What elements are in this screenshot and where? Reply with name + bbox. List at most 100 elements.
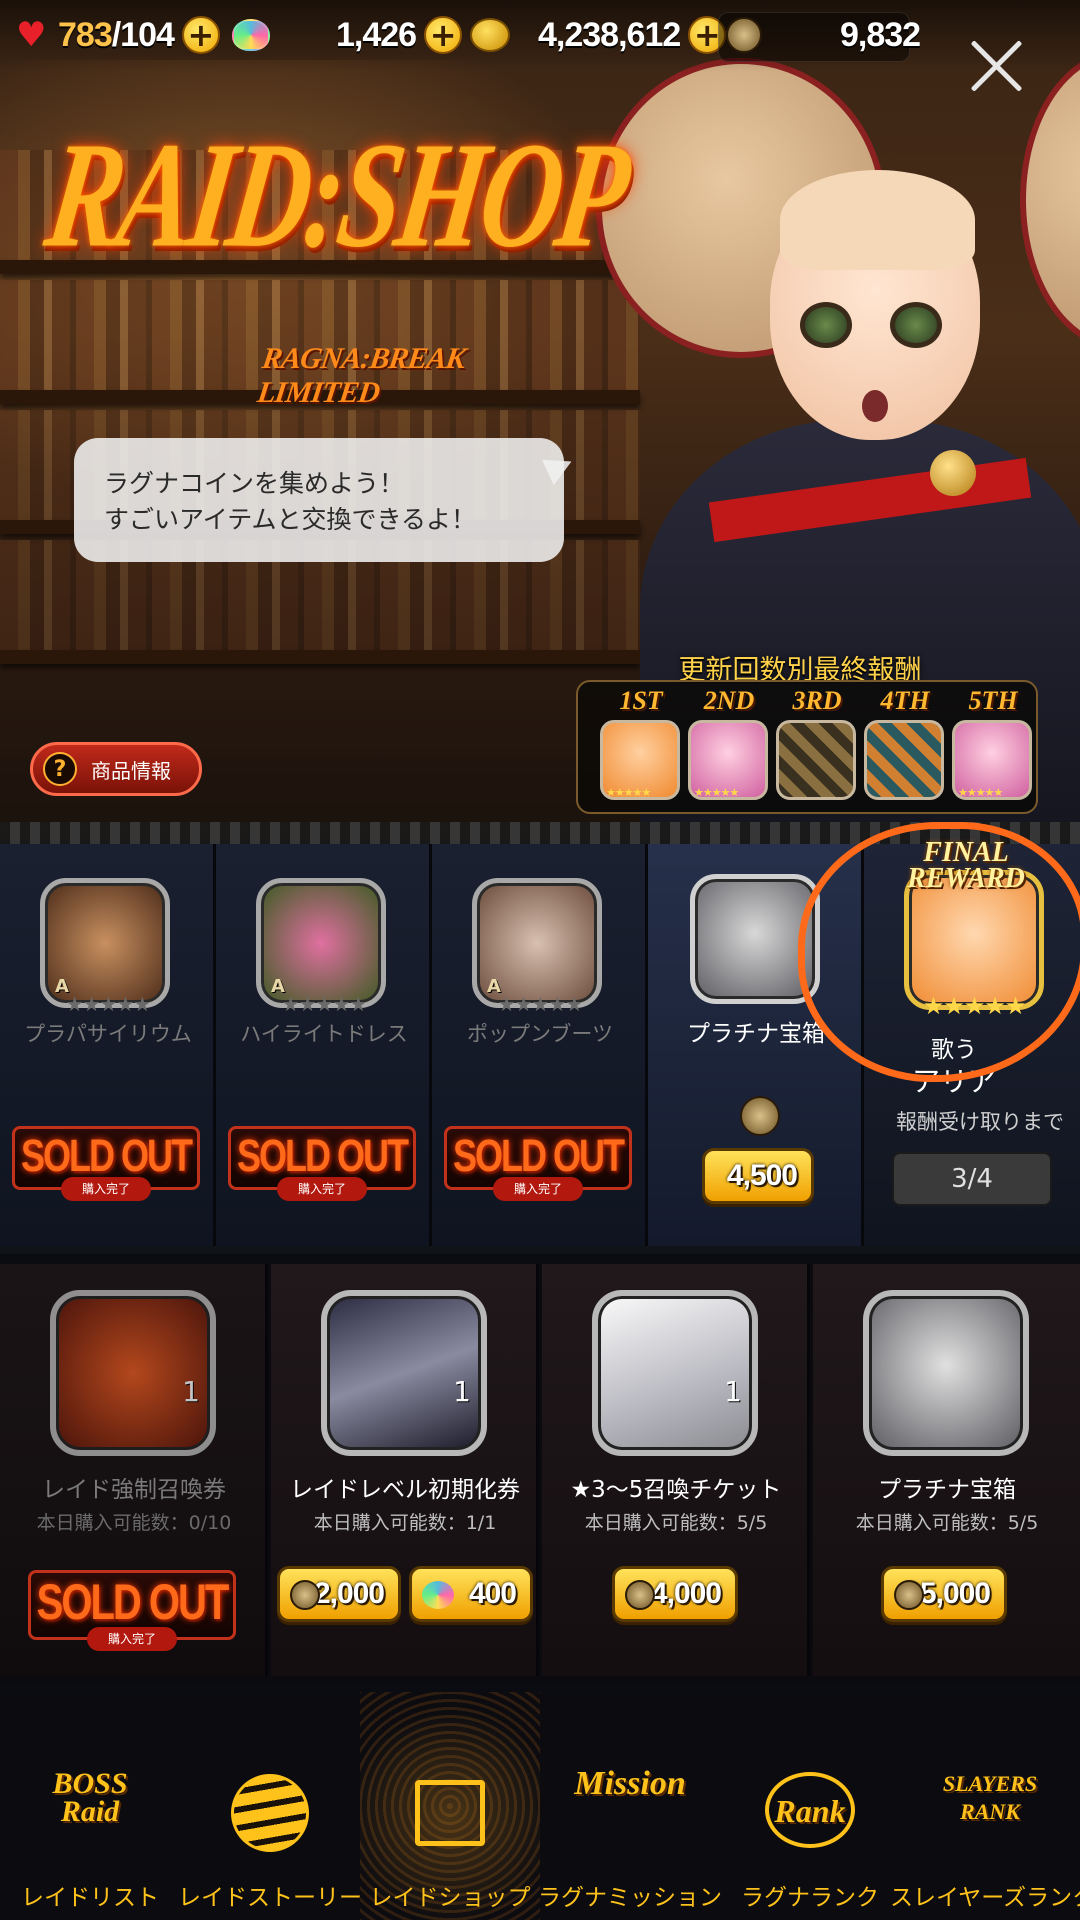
- price-value: 4,500: [726, 1159, 798, 1192]
- tab-label: レイドリスト: [21, 1885, 159, 1911]
- reward-5th[interactable]: 5TH ★★★★★: [952, 686, 1032, 804]
- mission-icon: Mission: [574, 1765, 686, 1802]
- item-name: レイドレベル初期化券: [290, 1477, 520, 1503]
- shop-hero-banner: ♥ 783 /104 + 1,426 + 4,238,612 + 9,832 R…: [0, 0, 1080, 840]
- summon-ticket-icon: 1: [50, 1290, 216, 1456]
- purchased-label: 購入完了: [493, 1177, 583, 1201]
- item-name: プラチナ宝箱: [878, 1477, 1016, 1503]
- gem-icon: [422, 1581, 454, 1609]
- price-value: 2,000: [313, 1577, 385, 1610]
- tab-label: スレイヤーズランク: [890, 1885, 1080, 1911]
- buy-button[interactable]: 4,000: [612, 1566, 738, 1622]
- character-mouth: [862, 390, 888, 422]
- bubble-line-1: ラグナコインを集めよう！: [104, 469, 405, 498]
- reward-2nd[interactable]: 2ND ★★★★★: [688, 686, 768, 804]
- reward-ordinal: 2ND: [703, 686, 755, 715]
- reward-ordinal: 1ST: [619, 686, 663, 715]
- logo-title: RAID:SHOP: [37, 111, 636, 280]
- sold-out-badge: SOLD OUT 購入完了: [228, 1126, 416, 1201]
- add-gems-button[interactable]: +: [424, 16, 463, 54]
- tab-slayers-rank[interactable]: SLAYERS RANK スレイヤーズランク: [890, 1692, 1080, 1920]
- reward-3rd[interactable]: 3RD: [776, 686, 856, 804]
- gem-value-group: 1,426 +: [336, 14, 463, 56]
- progress-label: 報酬受け取りまで: [896, 1110, 1064, 1134]
- reward-ordinal: 3RD: [792, 686, 842, 715]
- summon-card-icon: 1: [592, 1290, 758, 1456]
- tab-label: レイドストーリー: [178, 1885, 362, 1911]
- sold-out-label: SOLD OUT: [237, 1129, 409, 1181]
- sold-out-badge: SOLD OUT 購入完了: [444, 1126, 632, 1201]
- shop-item-card[interactable]: 1 ★3〜5召喚チケット 本日購入可能数：5/5 4,000: [542, 1264, 810, 1676]
- gift-icon: [415, 1780, 485, 1846]
- tab-ragna-rank[interactable]: Rank ラグナランク: [720, 1692, 900, 1920]
- shop-item-card[interactable]: A ★★★★★ ハイライトドレス SOLD OUT 購入完了: [216, 844, 432, 1246]
- bottom-navigation: BOSS Raid レイドリスト レイドストーリー レイドショップ Missio…: [0, 1692, 1080, 1920]
- speech-bubble: ラグナコインを集めよう！ すごいアイテムと交換できるよ！: [74, 438, 564, 562]
- item-stars: ★★★★★: [497, 992, 584, 1016]
- ragna-coin-group: 9,832: [726, 14, 921, 56]
- ragna-coin-icon: [740, 1096, 780, 1136]
- close-icon[interactable]: [966, 36, 1026, 96]
- purchased-label: 購入完了: [61, 1177, 151, 1201]
- headphone-right: [1020, 50, 1080, 350]
- gem-icon: [232, 19, 270, 51]
- tab-label: ラグナランク: [741, 1885, 879, 1911]
- daily-items-row: 1 レイド強制召喚券 本日購入可能数：0/10 SOLD OUT 購入完了 1 …: [0, 1264, 1080, 1684]
- item-quantity: 1: [724, 1375, 742, 1408]
- gold-value: 4,238,612: [538, 15, 681, 54]
- tab-label: ラグナミッション: [538, 1885, 722, 1911]
- character-hair: [780, 170, 975, 270]
- item-name: レイド強制召喚券: [42, 1477, 226, 1503]
- glasses-left: [800, 302, 852, 348]
- boss-raid-icon: BOSS Raid: [52, 1767, 128, 1828]
- tab-raid-shop[interactable]: レイドショップ: [360, 1692, 540, 1920]
- stamina-value: 783: [58, 15, 113, 54]
- item-quantity: 1: [453, 1375, 471, 1408]
- buy-with-coin-button[interactable]: 2,000: [277, 1566, 401, 1622]
- tab-ragna-mission[interactable]: Mission ラグナミッション: [538, 1692, 722, 1920]
- item-name: ハイライトドレス: [240, 1022, 408, 1046]
- item-name: プラパサイリウム: [24, 1022, 192, 1046]
- tab-raid-story[interactable]: レイドストーリー: [178, 1692, 362, 1920]
- sold-out-label: SOLD OUT: [36, 1575, 230, 1631]
- resource-bar: ♥ 783 /104 + 1,426 + 4,238,612 + 9,832: [0, 0, 1080, 72]
- platinum-chest-icon: [863, 1290, 1029, 1456]
- ragna-coin-icon: [894, 1580, 924, 1610]
- glasses-right: [890, 302, 942, 348]
- bell: [930, 450, 976, 496]
- item-icon: A: [40, 878, 170, 1008]
- item-stars: ★★★★★: [65, 992, 152, 1016]
- shop-item-card[interactable]: 1 レイド強制召喚券 本日購入可能数：0/10 SOLD OUT 購入完了: [0, 1264, 268, 1676]
- reward-stars: ★★★★★: [694, 786, 739, 799]
- purchased-label: 購入完了: [87, 1627, 177, 1651]
- shop-item-card[interactable]: A ★★★★★ ポップンブーツ SOLD OUT 購入完了: [432, 844, 648, 1246]
- tab-raid-list[interactable]: BOSS Raid レイドリスト: [0, 1692, 180, 1920]
- purchase-limit: 本日購入可能数：5/5: [855, 1512, 1039, 1534]
- level-reset-ticket-icon: 1: [321, 1290, 487, 1456]
- reward-1st[interactable]: 1ST ★★★★★: [600, 686, 680, 804]
- shop-item-card[interactable]: A ★★★★★ プラパサイリウム SOLD OUT 購入完了: [0, 844, 216, 1246]
- ragna-coin-icon: [726, 17, 762, 53]
- product-info-button[interactable]: ? 商品情報: [30, 742, 202, 796]
- ragna-coin-value: 9,832: [840, 15, 921, 54]
- gold-counter: 4,238,612 +: [470, 14, 727, 56]
- buy-button[interactable]: 4,500: [702, 1148, 814, 1204]
- item-quantity: 1: [182, 1375, 200, 1408]
- reward-strip: 1ST ★★★★★ 2ND ★★★★★ 3RD 4TH 5TH ★★★★★: [576, 680, 1038, 814]
- item-stars: ★★★★★: [281, 992, 368, 1016]
- stamina-counter: ♥ 783 /104 +: [16, 14, 220, 56]
- reward-4th[interactable]: 4TH: [864, 686, 944, 804]
- reward-stars: ★★★★★: [606, 786, 651, 799]
- buy-button[interactable]: 35,000: [881, 1566, 1007, 1622]
- item-icon: A: [256, 878, 386, 1008]
- ragna-coin-icon: [290, 1580, 320, 1610]
- story-sphere-icon: [231, 1774, 309, 1852]
- price-value: 4,000: [650, 1577, 722, 1610]
- question-icon: ?: [43, 752, 77, 786]
- buy-with-gem-button[interactable]: 400: [409, 1566, 533, 1622]
- rank-globe-icon: Rank: [765, 1772, 855, 1848]
- shop-item-card[interactable]: 1 レイドレベル初期化券 本日購入可能数：1/1 2,000 400: [271, 1264, 539, 1676]
- shop-item-card[interactable]: プラチナ宝箱 本日購入可能数：5/5 35,000: [813, 1264, 1080, 1676]
- item-icon: A: [472, 878, 602, 1008]
- add-stamina-button[interactable]: +: [181, 16, 220, 54]
